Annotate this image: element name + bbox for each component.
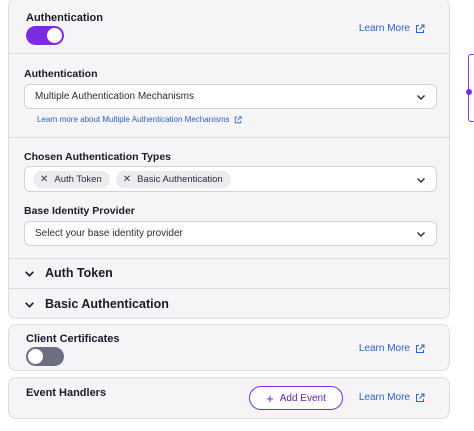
chevron-down-icon	[25, 270, 34, 277]
mechanism-help-label: Learn more about Multiple Authentication…	[37, 115, 230, 124]
event-handlers-panel: Event Handlers + Add Event Learn More	[8, 377, 450, 419]
selection-handle-dot[interactable]	[466, 89, 472, 95]
client-certificates-toggle[interactable]	[26, 347, 64, 366]
mechanism-label: Authentication	[24, 68, 98, 80]
authentication-toggle[interactable]	[26, 26, 64, 45]
add-event-button[interactable]: + Add Event	[249, 386, 343, 410]
client-certificates-title: Client Certificates	[26, 333, 120, 345]
toggle-knob	[47, 28, 62, 43]
types-select[interactable]: ✕ Auth Token ✕ Basic Authentication	[24, 166, 437, 192]
chevron-down-icon	[417, 178, 425, 183]
identity-label: Base Identity Provider	[24, 205, 135, 217]
learn-more-label: Learn More	[358, 23, 410, 34]
divider	[9, 288, 449, 289]
authentication-panel: Authentication Learn More Authentication…	[8, 0, 450, 319]
mechanism-value: Multiple Authentication Mechanisms	[35, 91, 194, 102]
identity-select[interactable]: Select your base identity provider	[24, 221, 437, 246]
selection-handle[interactable]	[468, 54, 474, 122]
chevron-down-icon	[417, 232, 425, 237]
client-certificates-panel: Client Certificates Learn More	[8, 324, 450, 371]
authentication-title: Authentication	[26, 12, 103, 24]
event-handlers-learn-more[interactable]: Learn More	[359, 392, 425, 403]
chip-label: Auth Token	[54, 173, 102, 185]
mechanism-select[interactable]: Multiple Authentication Mechanisms	[24, 84, 437, 109]
mechanism-help-link[interactable]: Learn more about Multiple Authentication…	[37, 115, 242, 124]
external-link-icon	[416, 344, 425, 353]
learn-more-label: Learn More	[358, 392, 410, 403]
toggle-knob	[28, 349, 43, 364]
accordion-label: Auth Token	[45, 266, 113, 280]
event-handlers-title: Event Handlers	[26, 387, 107, 399]
accordion-auth-token[interactable]: Auth Token	[24, 266, 113, 280]
accordion-basic-authentication[interactable]: Basic Authentication	[24, 297, 169, 311]
external-link-icon	[416, 393, 425, 402]
divider	[9, 53, 449, 54]
external-link-icon	[234, 115, 242, 123]
client-certificates-learn-more[interactable]: Learn More	[359, 343, 425, 354]
close-icon[interactable]: ✕	[123, 174, 131, 185]
external-link-icon	[416, 24, 425, 33]
accordion-label: Basic Authentication	[45, 297, 169, 311]
chip-basic-authentication: ✕ Basic Authentication	[115, 170, 231, 188]
chevron-down-icon	[417, 95, 425, 100]
chevron-down-icon	[25, 301, 34, 308]
types-label: Chosen Authentication Types	[24, 151, 172, 163]
plus-icon: +	[266, 390, 274, 406]
learn-more-label: Learn More	[358, 343, 410, 354]
divider	[9, 258, 449, 259]
chip-auth-token: ✕ Auth Token	[33, 170, 110, 188]
close-icon[interactable]: ✕	[40, 174, 48, 185]
chip-label: Basic Authentication	[137, 173, 223, 185]
identity-placeholder: Select your base identity provider	[35, 228, 183, 239]
divider	[9, 137, 449, 138]
authentication-learn-more[interactable]: Learn More	[359, 23, 425, 34]
add-event-label: Add Event	[279, 392, 326, 404]
